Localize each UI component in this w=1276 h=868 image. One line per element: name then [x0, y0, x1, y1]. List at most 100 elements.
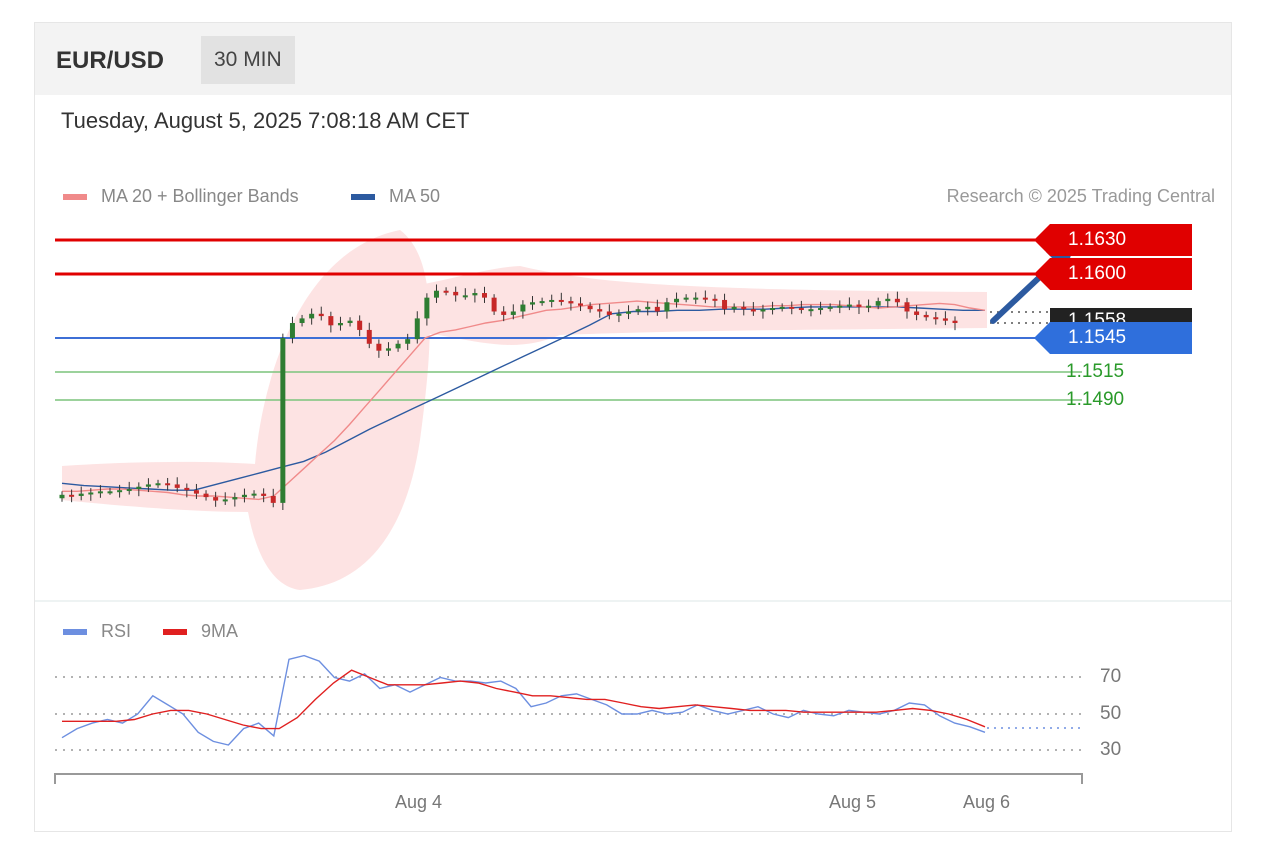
candle-body: [693, 297, 699, 300]
candle-body: [770, 308, 776, 311]
candle-body: [97, 491, 103, 494]
candle-body: [366, 329, 372, 344]
candle-body: [510, 311, 516, 315]
candle-body: [193, 490, 199, 494]
candle-body: [875, 301, 881, 306]
pivot-tag: 1.1545: [1034, 322, 1192, 354]
candle-body: [289, 323, 295, 338]
candle-body: [232, 497, 238, 500]
rsi-9ma-line: [62, 669, 986, 730]
candle-body: [203, 493, 209, 498]
candle-body: [501, 311, 507, 315]
candle-body: [808, 309, 814, 312]
candle-body: [539, 301, 545, 304]
candle-body: [309, 313, 315, 319]
rsi-9ma-path: [62, 669, 986, 730]
candle-body: [184, 487, 190, 491]
candle-body: [645, 306, 651, 310]
x-tick-aug6: Aug 6: [963, 792, 1011, 812]
x-tick-aug4: Aug 4: [395, 792, 443, 812]
candle-body: [952, 320, 958, 324]
candle-body: [558, 299, 564, 302]
candle-body: [578, 303, 584, 306]
candle-body: [818, 308, 824, 311]
candle-body: [827, 306, 833, 309]
support-2-label: 1.1490: [1066, 389, 1125, 410]
candle-body: [885, 298, 891, 302]
candle-body: [856, 304, 862, 307]
candle-body: [750, 309, 756, 312]
candle-body: [635, 309, 641, 312]
candle-body: [837, 305, 843, 308]
candle-body: [155, 483, 161, 486]
candle-body: [654, 306, 660, 312]
candle-body: [702, 297, 708, 300]
x-axis: [54, 773, 1083, 784]
price-chart: [54, 230, 1083, 784]
candle-body: [433, 290, 439, 298]
candle-body: [78, 493, 84, 496]
candle-body: [405, 339, 411, 344]
rsi-line: [61, 654, 986, 746]
candle-body: [741, 306, 747, 310]
candle-body: [760, 309, 766, 312]
candle-body: [241, 494, 247, 498]
candle-body: [606, 311, 612, 315]
candle-body: [357, 320, 363, 330]
candle-body: [923, 314, 929, 318]
candle-body: [712, 298, 718, 301]
rsi-50-label: 50: [1100, 703, 1122, 724]
candle-body: [894, 298, 900, 303]
support-1-label: 1.1515: [1066, 361, 1125, 382]
candle-body: [165, 483, 171, 486]
candle-body: [674, 298, 680, 303]
candle-body: [424, 297, 430, 319]
candle-body: [145, 484, 151, 487]
resistance-1-tag: 1.1600: [1034, 258, 1192, 290]
candle-body: [213, 497, 219, 501]
candle-body: [942, 318, 948, 321]
candle-body: [731, 306, 737, 310]
candle-body: [376, 343, 382, 351]
candle-body: [798, 308, 804, 311]
candle-body: [443, 290, 449, 293]
candle-body: [568, 301, 574, 304]
candle-body: [914, 311, 920, 315]
candle-body: [520, 304, 526, 312]
candle-body: [299, 318, 305, 324]
candle-body: [616, 313, 622, 316]
candle-body: [270, 495, 276, 503]
candle-body: [261, 493, 267, 496]
candle-body: [549, 299, 555, 302]
candle-body: [779, 306, 785, 309]
x-tick-aug5: Aug 5: [829, 792, 877, 812]
candle-body: [722, 299, 728, 310]
candle-body: [453, 291, 459, 296]
candle-body: [587, 305, 593, 310]
candle-body: [664, 302, 670, 312]
candle-body: [222, 499, 228, 502]
candle-body: [683, 297, 689, 300]
rsi-30-label: 30: [1100, 739, 1122, 760]
candle-body: [414, 318, 420, 340]
bollinger-band: [62, 230, 987, 590]
candle-body: [904, 302, 910, 312]
resistance-2-tag: 1.1630: [1034, 224, 1192, 256]
candle-body: [347, 320, 353, 324]
candle-body: [597, 309, 603, 312]
candle-body: [789, 306, 795, 309]
candle-body: [472, 293, 478, 296]
candle-body: [626, 311, 632, 314]
candle-body: [126, 489, 132, 492]
candle-body: [136, 486, 142, 490]
rsi-path: [61, 654, 986, 746]
candle-body: [385, 348, 391, 351]
candle-body: [117, 490, 123, 493]
candle-body: [846, 304, 852, 307]
candle-body: [280, 338, 286, 503]
candle-body: [462, 295, 468, 298]
candle-body: [337, 323, 343, 326]
candle-body: [395, 343, 401, 349]
candle-body: [59, 494, 65, 499]
candle-body: [174, 484, 180, 488]
